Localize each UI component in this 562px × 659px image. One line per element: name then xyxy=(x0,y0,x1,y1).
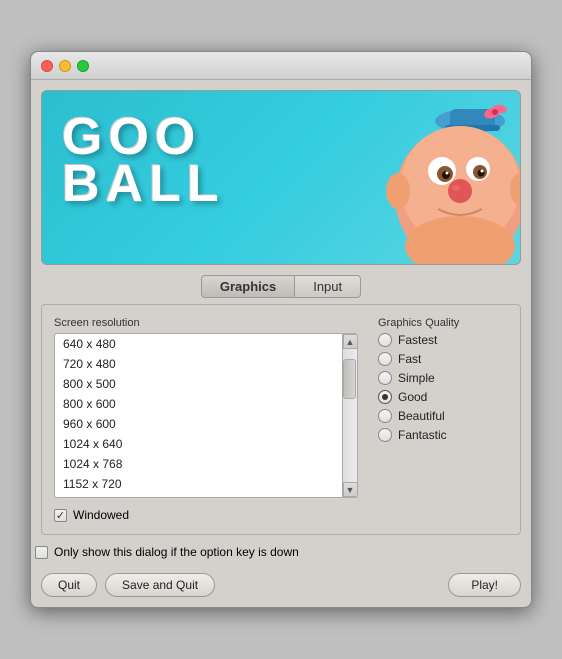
list-item[interactable]: 1024 x 768 xyxy=(55,454,342,474)
radio-label-fantastic: Fantastic xyxy=(398,428,447,442)
radio-circle-beautiful xyxy=(378,409,392,423)
radio-fast[interactable]: Fast xyxy=(378,352,508,366)
columns-layout: Screen resolution 640 x 480 720 x 480 80… xyxy=(54,317,508,522)
titlebar xyxy=(31,52,531,80)
scroll-thumb[interactable] xyxy=(343,359,356,399)
tabs-container: Graphics Input xyxy=(31,275,531,298)
logo-letter-a: A xyxy=(106,158,146,210)
save-quit-button[interactable]: Save and Quit xyxy=(105,573,215,597)
banner-background: G O O B A L L xyxy=(42,91,520,264)
list-item[interactable]: 1152 x 720 xyxy=(55,474,342,494)
list-item[interactable]: 800 x 600 xyxy=(55,394,342,414)
radio-circle-fantastic xyxy=(378,428,392,442)
logo-letter-b: B xyxy=(62,158,102,210)
banner: G O O B A L L xyxy=(41,90,521,265)
windowed-checkbox[interactable]: ✓ xyxy=(54,509,67,522)
scroll-up-arrow[interactable]: ▲ xyxy=(343,334,358,349)
windowed-label: Windowed xyxy=(73,508,129,522)
resolution-listbox[interactable]: 640 x 480 720 x 480 800 x 500 800 x 600 … xyxy=(54,333,358,498)
buttons-row: Quit Save and Quit Play! xyxy=(31,569,531,607)
maximize-button[interactable] xyxy=(77,60,89,72)
option-checkbox[interactable] xyxy=(35,546,48,559)
radio-circle-fast xyxy=(378,352,392,366)
scrollbar[interactable]: ▲ ▼ xyxy=(342,334,357,497)
left-buttons: Quit Save and Quit xyxy=(41,573,215,597)
traffic-lights xyxy=(41,60,89,72)
tab-input[interactable]: Input xyxy=(294,275,361,298)
radio-label-good: Good xyxy=(398,390,427,404)
list-item[interactable]: 640 x 480 xyxy=(55,334,342,354)
play-button[interactable]: Play! xyxy=(448,573,521,597)
resolution-list-items: 640 x 480 720 x 480 800 x 500 800 x 600 … xyxy=(55,334,342,497)
quality-column: Graphics Quality Fastest Fast Simple xyxy=(378,317,508,522)
list-item[interactable]: 800 x 500 xyxy=(55,374,342,394)
character-illustration xyxy=(330,91,521,265)
tab-graphics[interactable]: Graphics xyxy=(201,275,294,298)
radio-label-simple: Simple xyxy=(398,371,435,385)
content-panel: Screen resolution 640 x 480 720 x 480 80… xyxy=(41,304,521,535)
radio-circle-fastest xyxy=(378,333,392,347)
radio-circle-simple xyxy=(378,371,392,385)
radio-label-beautiful: Beautiful xyxy=(398,409,445,423)
radio-label-fast: Fast xyxy=(398,352,421,366)
quality-radio-group: Fastest Fast Simple Good xyxy=(378,333,508,442)
list-item[interactable]: 960 x 600 xyxy=(55,414,342,434)
logo-letter-l2: L xyxy=(187,158,221,210)
close-button[interactable] xyxy=(41,60,53,72)
main-window: G O O B A L L xyxy=(30,51,532,608)
option-label: Only show this dialog if the option key … xyxy=(54,545,299,559)
resolution-label: Screen resolution xyxy=(54,317,358,329)
radio-good[interactable]: Good xyxy=(378,390,508,404)
radio-fastest[interactable]: Fastest xyxy=(378,333,508,347)
radio-beautiful[interactable]: Beautiful xyxy=(378,409,508,423)
scroll-track[interactable] xyxy=(343,349,357,482)
radio-fantastic[interactable]: Fantastic xyxy=(378,428,508,442)
radio-label-fastest: Fastest xyxy=(398,333,437,347)
option-row: Only show this dialog if the option key … xyxy=(31,545,531,559)
resolution-column: Screen resolution 640 x 480 720 x 480 80… xyxy=(54,317,358,522)
quit-button[interactable]: Quit xyxy=(41,573,97,597)
quality-label: Graphics Quality xyxy=(378,317,508,329)
windowed-row: ✓ Windowed xyxy=(54,508,358,522)
list-item[interactable]: 1024 x 640 xyxy=(55,434,342,454)
logo-letter-l: L xyxy=(149,158,183,210)
list-item[interactable]: 720 x 480 xyxy=(55,354,342,374)
scroll-down-arrow[interactable]: ▼ xyxy=(343,482,358,497)
radio-circle-good xyxy=(378,390,392,404)
game-logo: G O O B A L L xyxy=(62,111,221,210)
radio-dot-good xyxy=(382,394,388,400)
radio-simple[interactable]: Simple xyxy=(378,371,508,385)
minimize-button[interactable] xyxy=(59,60,71,72)
